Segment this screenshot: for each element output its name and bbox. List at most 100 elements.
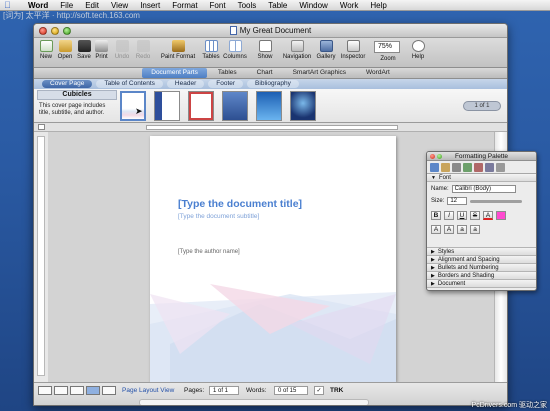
paint-format-button[interactable]: Paint Format xyxy=(159,40,197,60)
open-button[interactable]: Open xyxy=(56,40,74,60)
styles-section[interactable]: ▶ Styles xyxy=(427,248,536,256)
publishing-view-button[interactable] xyxy=(70,386,84,395)
minimize-button[interactable] xyxy=(51,27,59,35)
document-section[interactable]: ▶ Document xyxy=(427,280,536,288)
draft-view-button[interactable] xyxy=(38,386,52,395)
spelling-check-icon[interactable]: ✓ xyxy=(314,386,324,395)
zoom-button[interactable] xyxy=(63,27,71,35)
save-button[interactable]: Save xyxy=(76,40,92,60)
cover-thumb-4[interactable] xyxy=(222,91,248,121)
new-button[interactable]: New xyxy=(38,40,54,60)
font-name-field[interactable]: Calibri (Body) xyxy=(451,185,516,193)
navigation-button[interactable]: Navigation xyxy=(281,40,313,60)
ribbon-tab-smartart[interactable]: SmartArt Graphics xyxy=(284,68,355,78)
menu-font[interactable]: Font xyxy=(204,0,232,11)
inspector-button[interactable]: Inspector xyxy=(339,40,367,60)
page-layout-view-button[interactable] xyxy=(86,386,100,395)
clear-formatting-button[interactable]: a xyxy=(470,225,480,234)
gallery-tab-footer[interactable]: Footer xyxy=(208,80,244,88)
font-effects-row: A A a a xyxy=(431,225,480,234)
disclosure-closed-icon: ▶ xyxy=(431,273,435,279)
bold-button[interactable]: B xyxy=(431,211,441,220)
open-label: Open xyxy=(57,54,73,60)
project-palette-icon[interactable] xyxy=(496,163,505,172)
document-subtitle-placeholder[interactable]: [Type the document subtitle] xyxy=(178,213,259,220)
disclosure-open-icon: ▼ xyxy=(431,175,436,181)
subscript-button[interactable]: A xyxy=(444,225,454,234)
gallery-tab-toc[interactable]: Table of Contents xyxy=(96,80,163,88)
gallery-tab-bibliography[interactable]: Bibliography xyxy=(247,80,299,88)
close-button[interactable] xyxy=(39,27,47,35)
font-size-label: Size: xyxy=(431,198,445,204)
font-size-slider[interactable] xyxy=(470,199,523,203)
cover-thumb-6[interactable] xyxy=(290,91,316,121)
tables-button[interactable]: Tables xyxy=(201,40,221,60)
menu-word[interactable]: Word xyxy=(22,0,54,11)
ribbon-tab-chart[interactable]: Chart xyxy=(248,68,282,78)
font-color-button[interactable]: A xyxy=(483,211,493,220)
ruler-scale[interactable] xyxy=(146,125,398,130)
author-name-placeholder[interactable]: [Type the author name] xyxy=(178,249,240,255)
track-changes-label[interactable]: TRK xyxy=(330,387,343,394)
compatibility-report-icon[interactable] xyxy=(485,163,494,172)
columns-label: Columns xyxy=(223,54,247,60)
alignment-section-label: Alignment and Spacing xyxy=(437,257,500,263)
gallery-tab-cover-page[interactable]: Cover Page xyxy=(42,80,93,88)
undo-button[interactable]: Undo xyxy=(114,40,130,60)
alignment-section[interactable]: ▶ Alignment and Spacing xyxy=(427,256,536,264)
bullets-section[interactable]: ▶ Bullets and Numbering xyxy=(427,264,536,272)
menu-file[interactable]: File xyxy=(54,0,79,11)
strikethrough-button[interactable]: S xyxy=(470,211,480,220)
cover-thumb-3[interactable] xyxy=(188,91,214,121)
notebook-view-button[interactable] xyxy=(102,386,116,395)
superscript-button[interactable]: A xyxy=(431,225,441,234)
font-size-field[interactable]: 12 xyxy=(447,197,468,205)
apple-icon[interactable]:  xyxy=(4,0,14,10)
italic-button[interactable]: I xyxy=(444,211,454,220)
borders-section[interactable]: ▶ Borders and Shading xyxy=(427,272,536,280)
menu-work[interactable]: Work xyxy=(334,0,365,11)
object-palette-icon[interactable] xyxy=(441,163,450,172)
redo-button[interactable]: Redo xyxy=(135,40,151,60)
ribbon-tab-tables[interactable]: Tables xyxy=(209,68,246,78)
tab-selector-icon[interactable] xyxy=(38,124,45,130)
menu-format[interactable]: Format xyxy=(166,0,203,11)
ribbon-tab-wordart[interactable]: WordArt xyxy=(357,68,399,78)
menu-window[interactable]: Window xyxy=(293,0,333,11)
change-case-button[interactable]: a xyxy=(457,225,467,234)
menu-edit[interactable]: Edit xyxy=(79,0,105,11)
save-disk-icon xyxy=(77,40,91,52)
horizontal-scrollbar[interactable] xyxy=(139,399,369,405)
ribbon-tab-document-parts[interactable]: Document Parts xyxy=(142,68,207,78)
menu-view[interactable]: View xyxy=(105,0,134,11)
menu-insert[interactable]: Insert xyxy=(134,0,166,11)
gallery-button[interactable]: Gallery xyxy=(315,40,337,60)
zoom-select[interactable]: 75% xyxy=(374,41,400,53)
palette-zoom-button[interactable] xyxy=(437,154,442,159)
reference-tools-icon[interactable] xyxy=(474,163,483,172)
menu-table[interactable]: Table xyxy=(262,0,293,11)
menu-tools[interactable]: Tools xyxy=(232,0,263,11)
scrapbook-icon[interactable] xyxy=(463,163,472,172)
highlight-color-button[interactable] xyxy=(496,211,506,220)
words-label: Words: xyxy=(246,387,267,394)
cover-thumb-5[interactable] xyxy=(256,91,282,121)
redo-label: Redo xyxy=(135,54,151,60)
outline-view-button[interactable] xyxy=(54,386,68,395)
menu-help[interactable]: Help xyxy=(364,0,392,11)
help-button[interactable]: Help xyxy=(411,40,425,60)
print-button[interactable]: Print xyxy=(93,40,110,60)
cover-thumb-2[interactable] xyxy=(154,91,180,121)
gallery-tab-header[interactable]: Header xyxy=(166,80,205,88)
formatting-palette-icon[interactable] xyxy=(430,163,439,172)
font-section-header[interactable]: ▼ Font xyxy=(427,174,536,182)
underline-button[interactable]: U xyxy=(457,211,467,220)
document-title-placeholder[interactable]: [Type the document title] xyxy=(178,198,302,210)
gallery-pager[interactable]: 1 of 1 xyxy=(463,101,501,111)
navigation-pane-icon xyxy=(290,40,304,52)
document-page[interactable]: [Type the document title] [Type the docu… xyxy=(150,136,396,382)
columns-button[interactable]: Columns xyxy=(223,40,247,60)
palette-close-button[interactable] xyxy=(430,154,435,159)
citations-icon[interactable] xyxy=(452,163,461,172)
show-button[interactable]: Show xyxy=(256,40,274,60)
